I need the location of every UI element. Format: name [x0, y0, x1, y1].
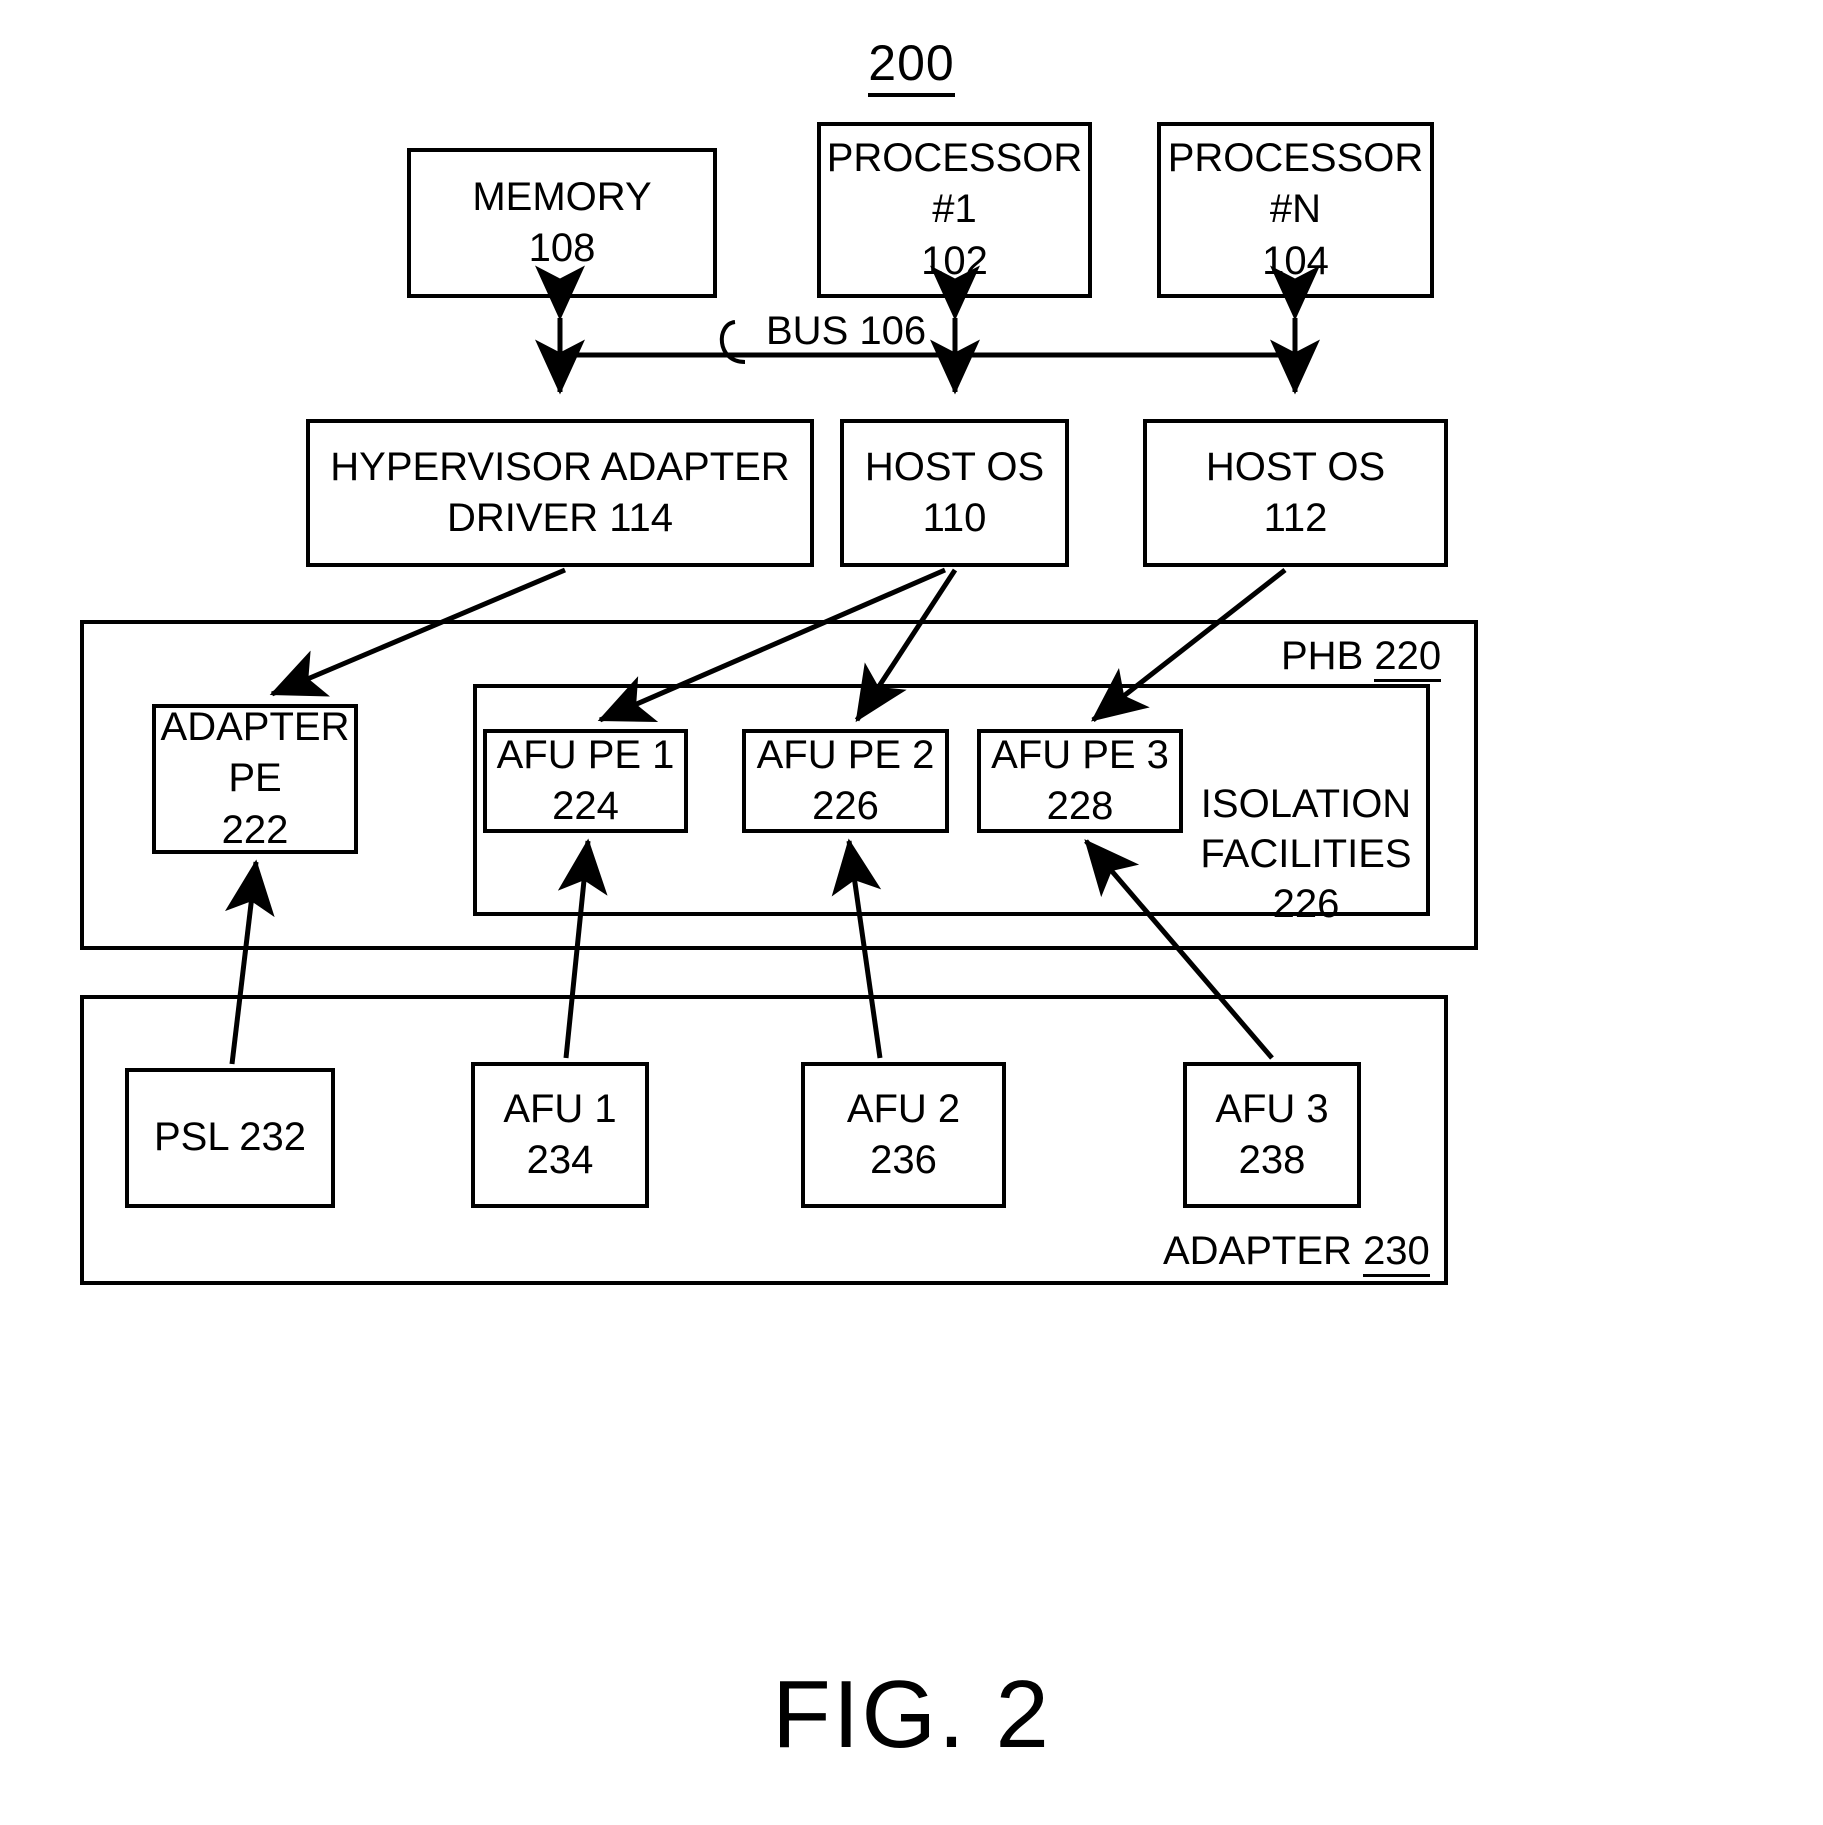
isolation-line-2: FACILITIES	[1200, 832, 1412, 876]
afu-pe-2-box: AFU PE 2 226	[742, 729, 949, 833]
adapter-label-ref: 230	[1363, 1229, 1430, 1277]
processor-n-index: #N	[1269, 187, 1322, 232]
host-os-110-ref: 110	[922, 496, 987, 540]
bus-leader	[719, 320, 746, 364]
adapter-label-text: ADAPTER	[1163, 1229, 1352, 1273]
processor-n-ref: 104	[1262, 238, 1329, 283]
processor-1-ref: 102	[921, 238, 988, 283]
figure-canvas: 200 MEMORY 108 PROCESSOR #1 102 PROCESSO…	[0, 0, 1823, 1825]
afu-1-title: AFU 1	[503, 1086, 617, 1131]
afu-pe-1-title: AFU PE 1	[496, 732, 675, 777]
adapter-pe-line-2: PE	[228, 756, 282, 801]
adapter-pe-ref: 222	[221, 807, 289, 852]
afu-pe-1-ref: 224	[552, 784, 619, 828]
figure-number-text: 200	[868, 35, 955, 97]
host-os-110-title: HOST OS	[864, 444, 1045, 489]
hypervisor-adapter-driver-box: HYPERVISOR ADAPTER DRIVER 114	[306, 419, 814, 567]
hypervisor-ref: DRIVER 114	[446, 496, 673, 540]
phb-label-ref: 220	[1374, 634, 1442, 682]
isolation-ref: 226	[1272, 882, 1340, 926]
isolation-line-1: ISOLATION	[1200, 782, 1412, 826]
memory-box: MEMORY 108	[407, 148, 717, 298]
adapter-pe-line-1: ADAPTER	[160, 705, 350, 750]
host-os-112-box: HOST OS 112	[1143, 419, 1448, 567]
adapter-pe-box: ADAPTER PE 222	[152, 704, 358, 854]
figure-caption: FIG. 2	[772, 1661, 1051, 1768]
psl-title: PSL 232	[154, 1115, 306, 1160]
memory-title: MEMORY	[472, 174, 652, 219]
afu-pe-3-ref: 228	[1046, 784, 1114, 828]
afu-2-box: AFU 2 236	[801, 1062, 1006, 1208]
phb-label: PHB 220	[1281, 631, 1442, 682]
afu-3-title: AFU 3	[1215, 1086, 1329, 1131]
adapter-label: ADAPTER 230	[1163, 1226, 1430, 1277]
afu-pe-1-box: AFU PE 1 224	[483, 729, 688, 833]
hypervisor-title: HYPERVISOR ADAPTER	[330, 444, 790, 489]
afu-1-ref: 234	[526, 1138, 594, 1182]
figure-number: 200	[0, 34, 1823, 97]
afu-pe-2-title: AFU PE 2	[756, 732, 935, 777]
afu-3-ref: 238	[1238, 1138, 1306, 1182]
afu-pe-2-ref: 226	[812, 784, 879, 828]
host-os-110-box: HOST OS 110	[840, 419, 1069, 567]
processor-1-index: #1	[932, 187, 977, 232]
processor-1-box: PROCESSOR #1 102	[817, 122, 1092, 298]
bus-label: BUS 106	[766, 309, 927, 353]
afu-3-box: AFU 3 238	[1183, 1062, 1361, 1208]
host-os-112-title: HOST OS	[1205, 444, 1386, 489]
processor-1-title: PROCESSOR	[826, 136, 1083, 181]
memory-ref: 108	[528, 226, 596, 270]
afu-2-title: AFU 2	[846, 1086, 961, 1131]
psl-box: PSL 232	[125, 1068, 335, 1208]
processor-n-box: PROCESSOR #N 104	[1157, 122, 1434, 298]
afu-2-ref: 236	[870, 1138, 937, 1182]
isolation-facilities-label: ISOLATION FACILITIES 226	[1191, 779, 1421, 929]
processor-n-title: PROCESSOR	[1167, 136, 1424, 181]
afu-1-box: AFU 1 234	[471, 1062, 649, 1208]
afu-pe-3-title: AFU PE 3	[991, 732, 1169, 777]
afu-pe-3-box: AFU PE 3 228	[977, 729, 1183, 833]
phb-label-text: PHB	[1281, 634, 1364, 678]
host-os-112-ref: 112	[1263, 496, 1328, 540]
